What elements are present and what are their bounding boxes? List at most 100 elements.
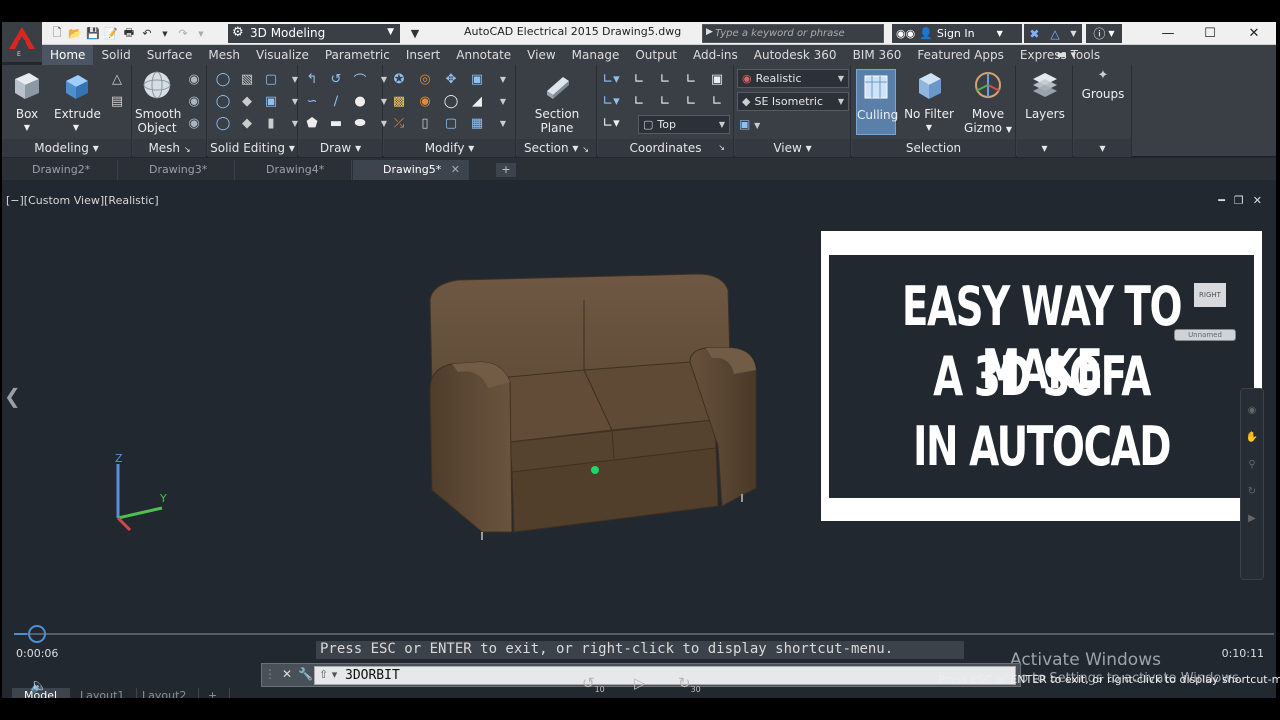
arc-icon[interactable]: ⌒ <box>349 69 371 89</box>
ribbon-tab-mesh[interactable]: Mesh <box>200 45 248 65</box>
extrude-button[interactable]: Extrude ▼ <box>54 69 101 135</box>
ucs-previous-icon[interactable]: ∟▾ <box>600 113 622 133</box>
copy-icon[interactable]: ◢ <box>466 91 488 111</box>
fillet-icon[interactable]: ▯ <box>414 113 436 133</box>
volume-icon[interactable]: 🔈 <box>30 678 47 694</box>
ucs-origin-icon[interactable]: ∟ <box>654 69 676 89</box>
search-input[interactable] <box>715 26 881 41</box>
slice-icon[interactable]: ▧ <box>236 69 258 89</box>
zoom-icon[interactable]: ⚲ <box>1241 459 1263 470</box>
ribbon-tab-solid[interactable]: Solid <box>93 45 138 65</box>
viewport-restore-icon[interactable]: ❐ <box>1234 194 1244 207</box>
polyline-icon[interactable]: ↰ <box>301 69 323 89</box>
ribbon-tab-featured-apps[interactable]: Featured Apps <box>909 45 1011 65</box>
viewcube[interactable]: RIGHT Unnamed <box>1174 283 1236 343</box>
video-scrubber-knob[interactable] <box>28 625 46 643</box>
separate-icon[interactable]: ▮ <box>260 113 282 133</box>
ribbon-tab-add-ins[interactable]: Add-ins <box>685 45 746 65</box>
subtract-icon[interactable]: ◯ <box>212 91 234 111</box>
box-button[interactable]: Box ▼ <box>10 69 44 135</box>
ribbon-tab-annotate[interactable]: Annotate <box>448 45 519 65</box>
customize-wrench-icon[interactable]: 🔧 <box>298 667 313 681</box>
navigation-bar[interactable]: ◉ ✋ ⚲ ↻ ▶ <box>1240 388 1264 580</box>
no-filter-button[interactable]: No Filter ▼ <box>904 69 954 135</box>
layers-button[interactable]: Layers <box>1023 69 1067 121</box>
open-icon[interactable]: 📂 <box>66 25 84 42</box>
close-button[interactable]: ✕ <box>1232 22 1276 44</box>
drawing-viewport[interactable]: [−][Custom View][Realistic] ━ ❐ ✕ ❮ Z Y … <box>2 180 1276 698</box>
redo-icon[interactable]: ↷ <box>174 25 192 42</box>
chevron-down-icon[interactable]: ▼ <box>492 91 514 111</box>
undo-icon[interactable]: ↶ <box>138 25 156 42</box>
mesh-crease-icon[interactable]: ◉ <box>183 113 205 133</box>
binoculars-icon[interactable]: ◉◉ <box>896 27 915 40</box>
groups-button[interactable]: ✦ Groups <box>1080 69 1126 102</box>
align-icon[interactable]: ▢ <box>440 113 462 133</box>
gizmo-icon[interactable]: ✪ <box>388 69 410 89</box>
viewport-config-icon[interactable]: ▣ ▼ <box>739 117 760 131</box>
file-tab[interactable]: Drawing2* <box>2 160 118 180</box>
chevron-down-icon[interactable]: ▼ <box>492 113 514 133</box>
panel-title-mesh[interactable]: Mesh ↘ <box>133 139 206 157</box>
ucs-world-icon[interactable]: ∟ <box>628 69 650 89</box>
ucs-manager-icon[interactable]: ▣ <box>706 69 728 89</box>
play-icon[interactable]: ▷ <box>634 674 646 692</box>
save-icon[interactable]: 💾 <box>84 25 102 42</box>
offset-icon[interactable]: ◯ <box>440 91 462 111</box>
ribbon-tab-manage[interactable]: Manage <box>564 45 628 65</box>
orbit-icon[interactable]: ↻ <box>1241 486 1263 497</box>
thicken-icon[interactable]: ◆ <box>236 113 258 133</box>
panel-title-section[interactable]: Section ▾ ↘ <box>517 139 596 157</box>
panel-title-selection[interactable]: Selection <box>852 139 1015 157</box>
presspull-icon[interactable]: △ <box>106 69 128 89</box>
panel-title-modeling[interactable]: Modeling ▾ <box>2 139 131 157</box>
helix-icon[interactable]: ↺ <box>325 69 347 89</box>
help-button[interactable]: ⓘ ▼ <box>1086 24 1122 43</box>
mesh-smooth-more-icon[interactable]: ◉ <box>183 69 205 89</box>
video-progress-track[interactable] <box>14 633 1274 635</box>
mesh-refine-icon[interactable]: ◉ <box>183 91 205 111</box>
workspace-select[interactable]: ⚙ 3D Modeling ▼ <box>228 24 400 43</box>
add-layout-button[interactable]: + <box>196 688 231 698</box>
steering-wheel-icon[interactable]: ◉ <box>1241 405 1263 416</box>
layers-expand[interactable]: ▾ <box>1017 139 1072 157</box>
ucs-face-icon[interactable]: ∟ <box>654 91 676 111</box>
showmotion-icon[interactable]: ▶ <box>1241 513 1263 524</box>
line-icon[interactable]: ∕ <box>325 91 347 111</box>
panel-title-draw[interactable]: Draw ▾ <box>299 139 382 157</box>
redo-dropdown-icon[interactable]: ▼ <box>192 25 210 42</box>
close-tab-icon[interactable]: ✕ <box>451 163 460 176</box>
view-direction-select[interactable]: ◆ SE Isometric ▼ <box>737 92 849 111</box>
file-tab[interactable]: Drawing4* <box>236 160 352 180</box>
layout-tab[interactable]: Layout2 <box>130 688 200 698</box>
rewind-icon[interactable]: ↺10 <box>582 674 605 694</box>
polysolid-icon[interactable]: ▤ <box>106 91 128 111</box>
ribbon-tab-parametric[interactable]: Parametric <box>317 45 398 65</box>
minimize-button[interactable]: — <box>1146 22 1190 44</box>
ribbon-tab-autodesk-360[interactable]: Autodesk 360 <box>746 45 845 65</box>
interfere-icon[interactable]: ◆ <box>236 91 258 111</box>
ucs-z-icon[interactable]: ∟ <box>680 69 702 89</box>
print-icon[interactable]: 🖶 <box>120 25 138 42</box>
panel-title-solid-editing[interactable]: Solid Editing ▾ <box>208 139 297 157</box>
culling-button[interactable]: Culling <box>856 69 898 135</box>
mirror-icon[interactable]: ◉ <box>414 91 436 111</box>
file-tab[interactable]: Drawing5* ✕ <box>353 160 469 180</box>
maximize-button[interactable]: ☐ <box>1188 22 1232 44</box>
ribbon-tab-home[interactable]: Home <box>42 45 94 65</box>
spline-icon[interactable]: ∽ <box>301 91 323 111</box>
viewport-minimize-icon[interactable]: ━ <box>1218 194 1225 207</box>
section-plane-button[interactable]: Section Plane <box>529 69 585 135</box>
viewcube-face[interactable]: RIGHT <box>1194 283 1226 307</box>
polygon-icon[interactable]: ⬟ <box>301 113 323 133</box>
recent-commands-icon[interactable]: ⇧ ▾ <box>319 668 337 681</box>
visual-style-select[interactable]: ◉ Realistic ▼ <box>737 69 849 88</box>
application-menu-button[interactable]: E <box>2 22 42 62</box>
panel-title-modify[interactable]: Modify ▾ <box>384 139 515 157</box>
sign-in-button[interactable]: ◉◉ 👤 Sign In ▼ <box>892 24 1022 43</box>
move-gizmo-button[interactable]: Move Gizmo ▼ <box>962 69 1014 137</box>
circle-icon[interactable]: ● <box>349 91 371 111</box>
rectangular-array-icon[interactable]: ▦ <box>466 113 488 133</box>
move-icon[interactable]: ✥ <box>440 69 462 89</box>
new-icon[interactable]: 🗋 <box>48 25 66 42</box>
